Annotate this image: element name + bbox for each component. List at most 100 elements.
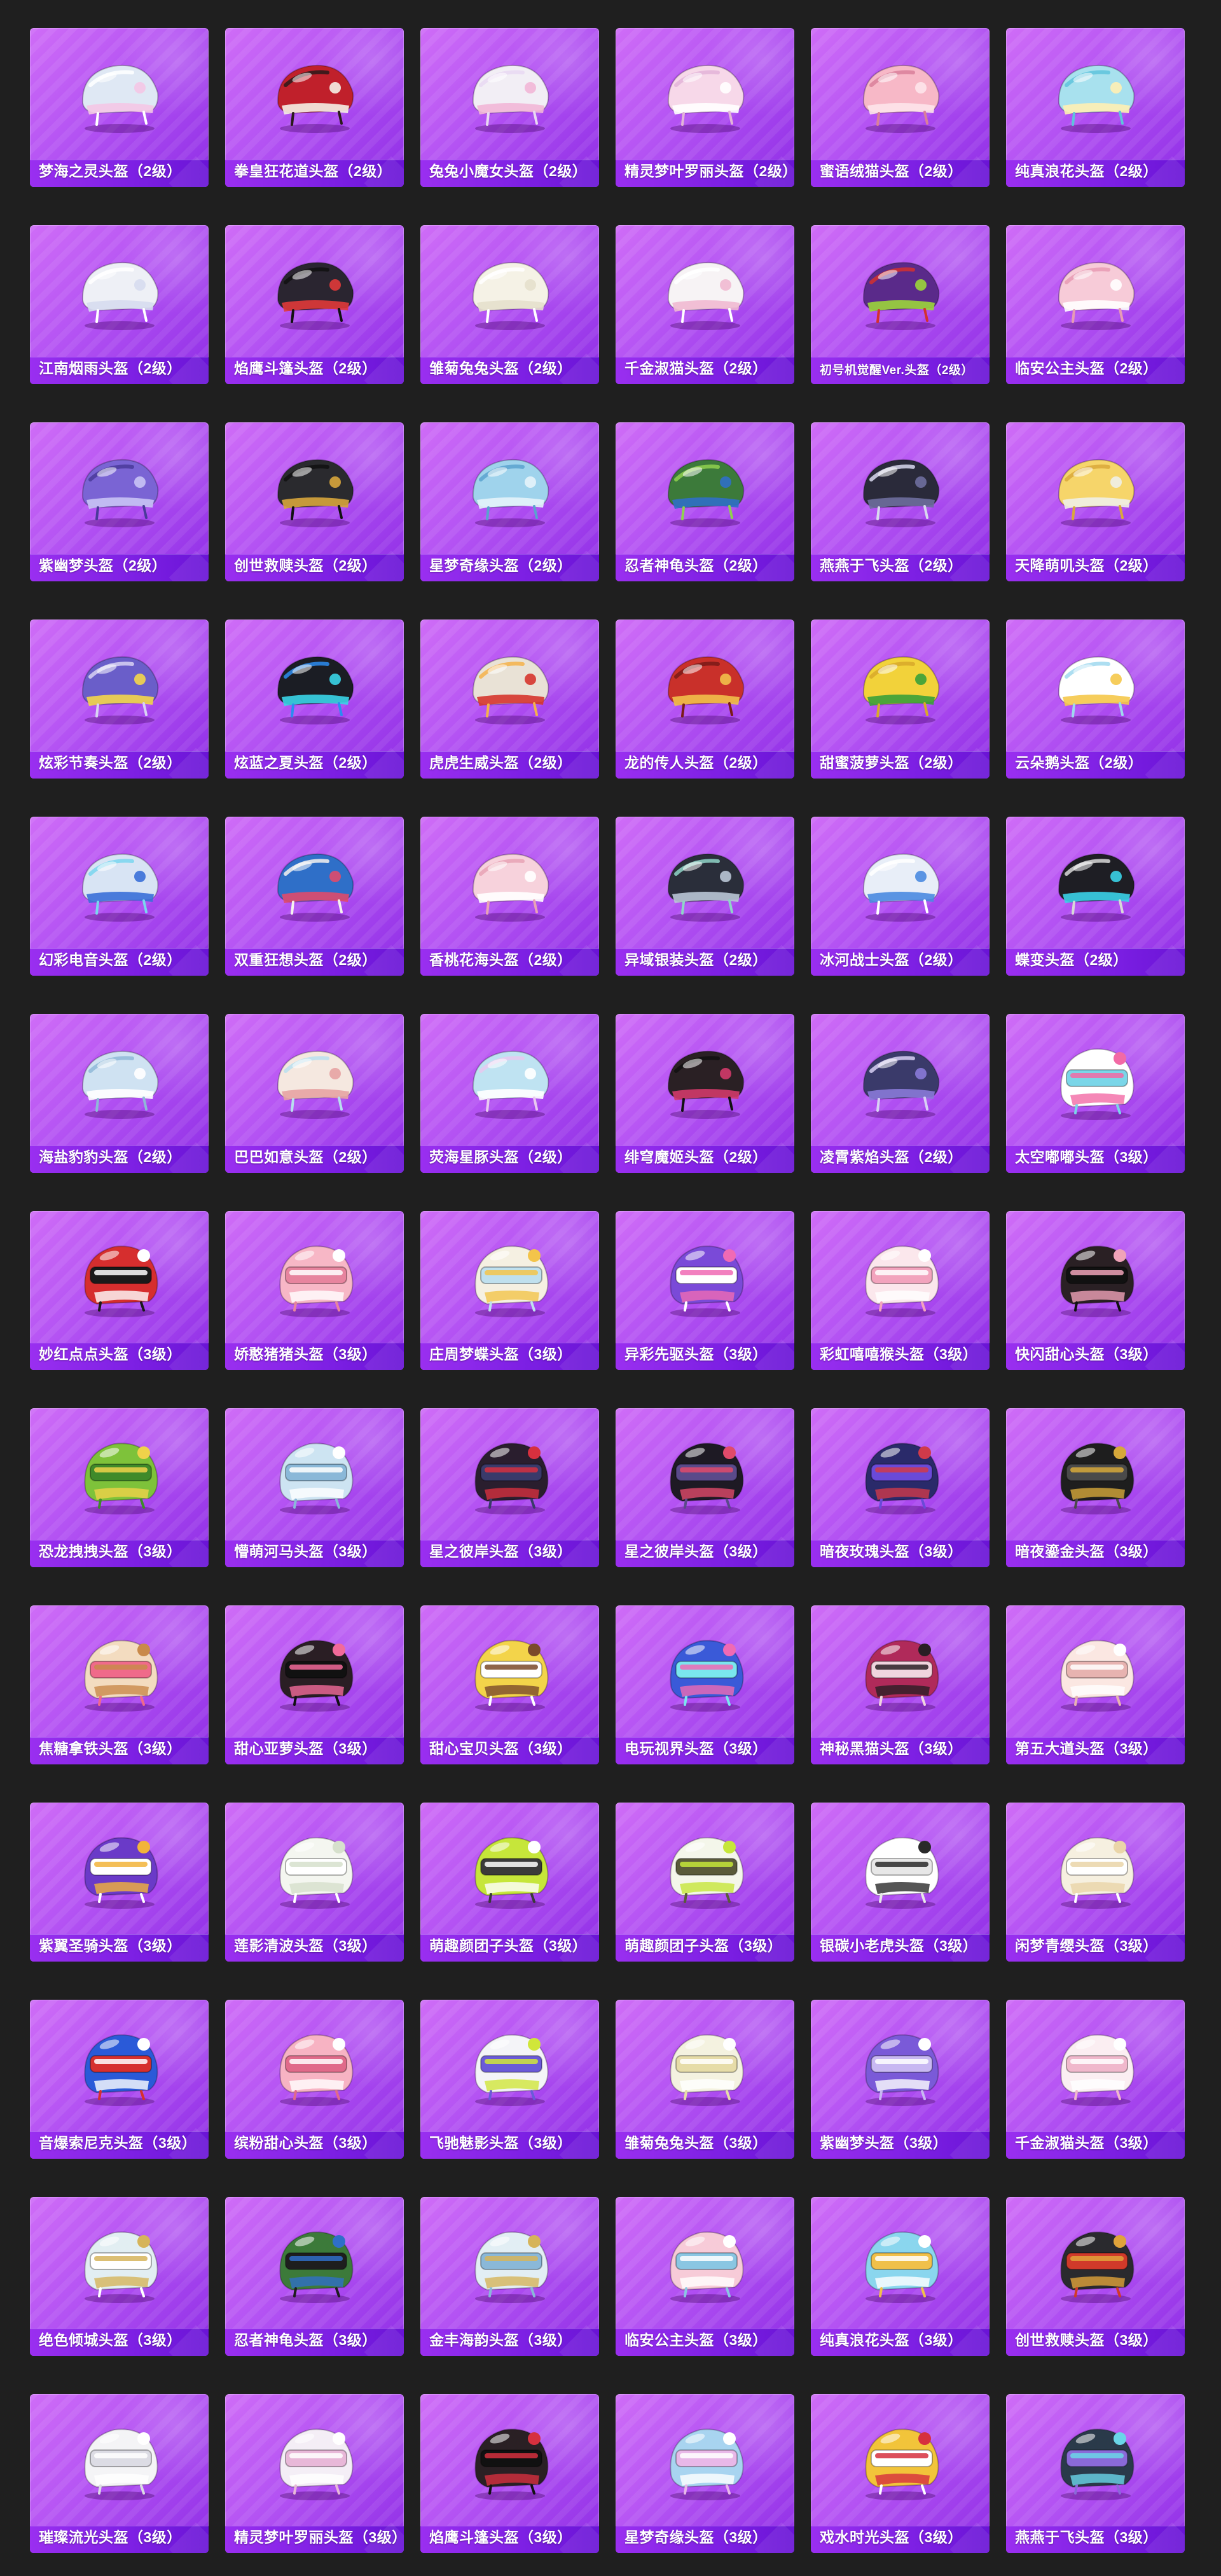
helmet-card[interactable]: 荧海星豚头盔（2级） [420, 1014, 599, 1173]
helmet-card[interactable]: 甜心亚萝头盔（3级） [225, 1605, 404, 1764]
helmet-icon [850, 244, 951, 333]
helmet-card[interactable]: 纯真浪花头盔（2级） [1006, 28, 1185, 187]
helmet-card[interactable]: 飞驰魅影头盔（3级） [420, 2000, 599, 2159]
card-label-bar: 蝶变头盔（2级） [1006, 948, 1185, 976]
helmet-card[interactable]: 焦糖拿铁头盔（3级） [30, 1605, 209, 1764]
helmet-card[interactable]: 璀璨流光头盔（3级） [30, 2394, 209, 2553]
card-label-bar: 绝色倾城头盔（3级） [30, 2329, 209, 2356]
helmet-card[interactable]: 临安公主头盔（2级） [1006, 225, 1185, 384]
helmet-card[interactable]: 音爆索尼克头盔（3级） [30, 2000, 209, 2159]
helmet-card[interactable]: 幻彩电音头盔（2级） [30, 817, 209, 976]
helmet-card[interactable]: 龙的传人头盔（2级） [616, 620, 794, 779]
helmet-icon [654, 1033, 756, 1122]
helmet-card[interactable]: 甜心宝贝头盔（3级） [420, 1605, 599, 1764]
helmet-card[interactable]: 天降萌叽头盔（2级） [1006, 422, 1185, 581]
helmet-card[interactable]: 星之彼岸头盔（3级） [420, 1408, 599, 1567]
helmet-card[interactable]: 云朵鹅头盔（2级） [1006, 620, 1185, 779]
helmet-card[interactable]: 暗夜鎏金头盔（3级） [1006, 1408, 1185, 1567]
helmet-card[interactable]: 彩虹嘻嘻猴头盔（3级） [811, 1211, 990, 1370]
helmet-card[interactable]: 庄周梦蝶头盔（3级） [420, 1211, 599, 1370]
helmet-card[interactable]: 恐龙拽拽头盔（3级） [30, 1408, 209, 1567]
card-label-bar: 精灵梦叶罗丽头盔（3级） [225, 2526, 404, 2553]
helmet-icon [264, 1427, 366, 1516]
helmet-card[interactable]: 炫彩节奏头盔（2级） [30, 620, 209, 779]
helmet-card[interactable]: 海盐豹豹头盔（2级） [30, 1014, 209, 1173]
card-label-bar: 萌趣颜团子头盔（3级） [616, 1934, 794, 1962]
helmet-icon [850, 441, 951, 530]
helmet-card[interactable]: 焰鹰斗篷头盔（2级） [225, 225, 404, 384]
helmet-card[interactable]: 虎虎生威头盔（2级） [420, 620, 599, 779]
helmet-card[interactable]: 神秘黑猫头盔（3级） [811, 1605, 990, 1764]
helmet-card[interactable]: 娇憨猪猪头盔（3级） [225, 1211, 404, 1370]
helmet-card[interactable]: 雏菊兔兔头盔（2级） [420, 225, 599, 384]
helmet-card[interactable]: 香桃花海头盔（2级） [420, 817, 599, 976]
helmet-card[interactable]: 兔兔小魔女头盔（2级） [420, 28, 599, 187]
card-label-bar: 千金淑猫头盔（3级） [1006, 2131, 1185, 2159]
helmet-card[interactable]: 萌趣颜团子头盔（3级） [420, 1803, 599, 1962]
helmet-card[interactable]: 闲梦青缨头盔（3级） [1006, 1803, 1185, 1962]
helmet-card[interactable]: 星梦奇缘头盔（3级） [616, 2394, 794, 2553]
helmet-card[interactable]: 创世救赎头盔（2级） [225, 422, 404, 581]
helmet-card[interactable]: 巴巴如意头盔（2级） [225, 1014, 404, 1173]
helmet-card[interactable]: 双重狂想头盔（2级） [225, 817, 404, 976]
helmet-card[interactable]: 拳皇狂花道头盔（2级） [225, 28, 404, 187]
helmet-name: 梦海之灵头盔（2级） [39, 163, 182, 179]
helmet-card[interactable]: 电玩视界头盔（3级） [616, 1605, 794, 1764]
helmet-card[interactable]: 炫蓝之夏头盔（2级） [225, 620, 404, 779]
helmet-card[interactable]: 银碳小老虎头盔（3级） [811, 1803, 990, 1962]
helmet-card[interactable]: 星之彼岸头盔（3级） [616, 1408, 794, 1567]
helmet-card[interactable]: 初号机觉醒Ver.头盔（2级） [811, 225, 990, 384]
helmet-card[interactable]: 异域银装头盔（2级） [616, 817, 794, 976]
helmet-icon [654, 244, 756, 333]
helmet-card[interactable]: 第五大道头盔（3级） [1006, 1605, 1185, 1764]
helmet-icon [459, 244, 561, 333]
helmet-card[interactable]: 甜蜜菠萝头盔（2级） [811, 620, 990, 779]
helmet-card[interactable]: 凌霄紫焰头盔（2级） [811, 1014, 990, 1173]
helmet-name: 第五大道头盔（3级） [1015, 1740, 1158, 1757]
helmet-card[interactable]: 创世救赎头盔（3级） [1006, 2197, 1185, 2356]
helmet-icon [1045, 244, 1147, 333]
helmet-card[interactable]: 梦海之灵头盔（2级） [30, 28, 209, 187]
helmet-card[interactable]: 江南烟雨头盔（2级） [30, 225, 209, 384]
helmet-card[interactable]: 暗夜玫瑰头盔（3级） [811, 1408, 990, 1567]
helmet-card[interactable]: 蝶变头盔（2级） [1006, 817, 1185, 976]
helmet-icon [264, 1822, 366, 1911]
helmet-card[interactable]: 冰河战士头盔（2级） [811, 817, 990, 976]
helmet-card[interactable]: 焰鹰斗篷头盔（3级） [420, 2394, 599, 2553]
helmet-card[interactable]: 紫翼圣骑头盔（3级） [30, 1803, 209, 1962]
helmet-card[interactable]: 异彩先驱头盔（3级） [616, 1211, 794, 1370]
helmet-card[interactable]: 精灵梦叶罗丽头盔（3级） [225, 2394, 404, 2553]
helmet-card[interactable]: 快闪甜心头盔（3级） [1006, 1211, 1185, 1370]
helmet-card[interactable]: 太空嘟嘟头盔（3级） [1006, 1014, 1185, 1173]
helmet-card[interactable]: 纯真浪花头盔（3级） [811, 2197, 990, 2356]
helmet-icon [654, 836, 756, 925]
helmet-name: 燕燕于飞头盔（2级） [820, 557, 963, 574]
helmet-card[interactable]: 蜜语绒猫头盔（2级） [811, 28, 990, 187]
helmet-card[interactable]: 忍者神龟头盔（2级） [616, 422, 794, 581]
helmet-card[interactable]: 雏菊兔兔头盔（3级） [616, 2000, 794, 2159]
helmet-card[interactable]: 萌趣颜团子头盔（3级） [616, 1803, 794, 1962]
helmet-card[interactable]: 千金淑猫头盔（3级） [1006, 2000, 1185, 2159]
helmet-name: 虎虎生威头盔（2级） [429, 754, 572, 771]
helmet-card[interactable]: 莲影清波头盔（3级） [225, 1803, 404, 1962]
helmet-grid: 梦海之灵头盔（2级） 拳皇狂花道头盔（2级） 兔兔小魔女头盔（2级） 精灵梦叶罗… [30, 28, 1185, 2553]
helmet-card[interactable]: 千金淑猫头盔（2级） [616, 225, 794, 384]
helmet-card[interactable]: 懵萌河马头盔（3级） [225, 1408, 404, 1567]
card-label-bar: 萌趣颜团子头盔（3级） [420, 1934, 599, 1962]
helmet-card[interactable]: 绝色倾城头盔（3级） [30, 2197, 209, 2356]
helmet-card[interactable]: 缤粉甜心头盔（3级） [225, 2000, 404, 2159]
helmet-card[interactable]: 燕燕于飞头盔（2级） [811, 422, 990, 581]
helmet-card[interactable]: 紫幽梦头盔（3级） [811, 2000, 990, 2159]
helmet-card[interactable]: 临安公主头盔（3级） [616, 2197, 794, 2356]
helmet-card[interactable]: 戏水时光头盔（3级） [811, 2394, 990, 2553]
helmet-card[interactable]: 金丰海韵头盔（3级） [420, 2197, 599, 2356]
helmet-card[interactable]: 燕燕于飞头盔（3级） [1006, 2394, 1185, 2553]
helmet-card[interactable]: 精灵梦叶罗丽头盔（2级） [616, 28, 794, 187]
helmet-card[interactable]: 星梦奇缘头盔（2级） [420, 422, 599, 581]
helmet-card[interactable]: 忍者神龟头盔（3级） [225, 2197, 404, 2356]
helmet-card[interactable]: 绯穹魔姬头盔（2级） [616, 1014, 794, 1173]
helmet-icon [850, 1427, 951, 1516]
helmet-card[interactable]: 紫幽梦头盔（2级） [30, 422, 209, 581]
helmet-name: 妙红点点头盔（3级） [39, 1346, 182, 1362]
helmet-card[interactable]: 妙红点点头盔（3级） [30, 1211, 209, 1370]
